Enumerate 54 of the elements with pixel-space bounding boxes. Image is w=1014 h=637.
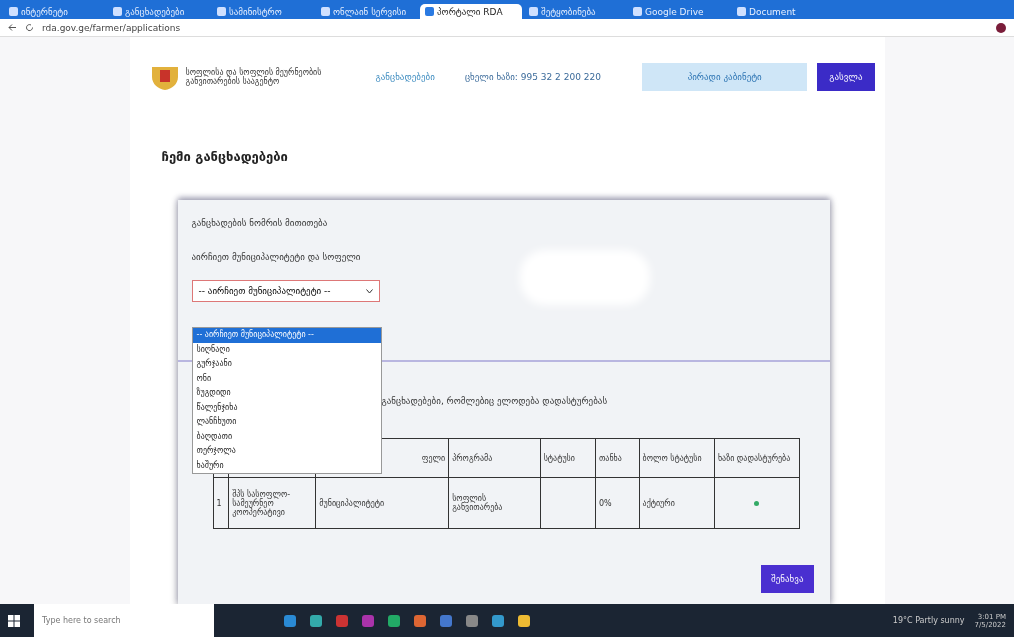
cabinet-button[interactable]: პირადი კაბინეტი <box>642 63 808 91</box>
dropdown-option[interactable]: ონი <box>192 371 381 386</box>
nav-link[interactable]: განცხადებები <box>375 72 435 82</box>
back-icon[interactable] <box>8 23 17 32</box>
windows-start-icon[interactable] <box>8 614 20 627</box>
taskbar-search-field[interactable]: Type here to search <box>34 604 214 637</box>
select-label: აირჩიეთ მუნიციპალიტეტი და სოფელი <box>191 252 362 262</box>
browser-tab[interactable]: შეტყობინება <box>524 4 626 19</box>
table-cell: აქტიური <box>639 477 715 529</box>
page-title: ჩემი განცხადებები <box>161 149 289 164</box>
table-caption: განცხადებები, რომლებიც ელოდება დადასტურებას <box>381 396 609 406</box>
column-header: თანხა <box>595 438 640 478</box>
taskbar-app-icon[interactable] <box>492 614 504 627</box>
browser-tab[interactable]: ონლაინ სერვისი <box>316 4 418 19</box>
save-button[interactable]: შენახვა <box>761 565 814 593</box>
dropdown-option[interactable]: ზუგდიდი <box>192 386 381 401</box>
dropdown-option[interactable]: გურჯაანი <box>192 357 381 372</box>
table-cell: 1 <box>213 477 229 529</box>
chevron-down-icon <box>365 288 373 294</box>
dropdown-option[interactable]: -- აირჩიეთ მუნიციპალიტეტი -- <box>192 328 381 343</box>
browser-tab[interactable]: განცხადებები <box>108 4 210 19</box>
browser-tab[interactable]: ინტერნეტი <box>4 4 106 19</box>
browser-tab[interactable]: სამინისტრო <box>212 4 314 19</box>
intro-text: განცხადების ნომრის მითითება <box>191 218 329 228</box>
table-cell: 0% <box>595 477 640 529</box>
column-header: ხაზი დადასტურება <box>714 438 799 478</box>
column-header: პროგრამა <box>448 438 541 478</box>
dropdown-option[interactable]: წალენჯიხა <box>192 400 381 415</box>
taskbar-app-icon[interactable] <box>518 614 530 627</box>
taskbar-app-icon[interactable] <box>440 614 452 627</box>
browser-tab[interactable]: Document <box>732 4 834 19</box>
table-cell: მუნიციპალიტეტი <box>315 477 449 529</box>
browser-tab[interactable]: პორტალი RDA <box>420 4 522 19</box>
column-header: სტატუსი <box>540 438 596 478</box>
table-cell: შპს სასოფლო-სამეურნეო კოოპერატივი <box>228 477 316 529</box>
organization-name: სოფლისა და სოფლის მეურნეობის განვითარების სააგენტო <box>185 67 323 87</box>
hotline-text: ცხელი ხაზი: 995 32 2 200 220 <box>464 72 601 82</box>
logout-button[interactable]: გასვლა <box>817 63 875 91</box>
table-cell <box>540 477 596 529</box>
dropdown-option[interactable]: ლანჩხუთი <box>192 415 381 430</box>
table-cell: სოფლის განვითარება <box>448 477 541 529</box>
taskbar-app-icon[interactable] <box>310 614 322 627</box>
reload-icon[interactable] <box>25 23 34 32</box>
dropdown-option[interactable]: სიღნაღი <box>192 342 381 357</box>
profile-avatar[interactable] <box>996 22 1006 33</box>
column-header: ბოლო სტატუსი <box>639 438 715 478</box>
municipality-select[interactable]: -- აირჩიეთ მუნიციპალიტეტი -- <box>191 280 380 302</box>
taskbar-app-icon[interactable] <box>388 614 400 627</box>
weather-text: 19°C Partly sunny <box>892 616 965 625</box>
taskbar-app-icon[interactable] <box>284 614 296 627</box>
browser-tab[interactable]: Google Drive <box>628 4 730 19</box>
address-bar[interactable]: rda.gov.ge/farmer/applications <box>42 22 181 33</box>
taskbar-app-icon[interactable] <box>414 614 426 627</box>
taskbar-app-icon[interactable] <box>466 614 478 627</box>
